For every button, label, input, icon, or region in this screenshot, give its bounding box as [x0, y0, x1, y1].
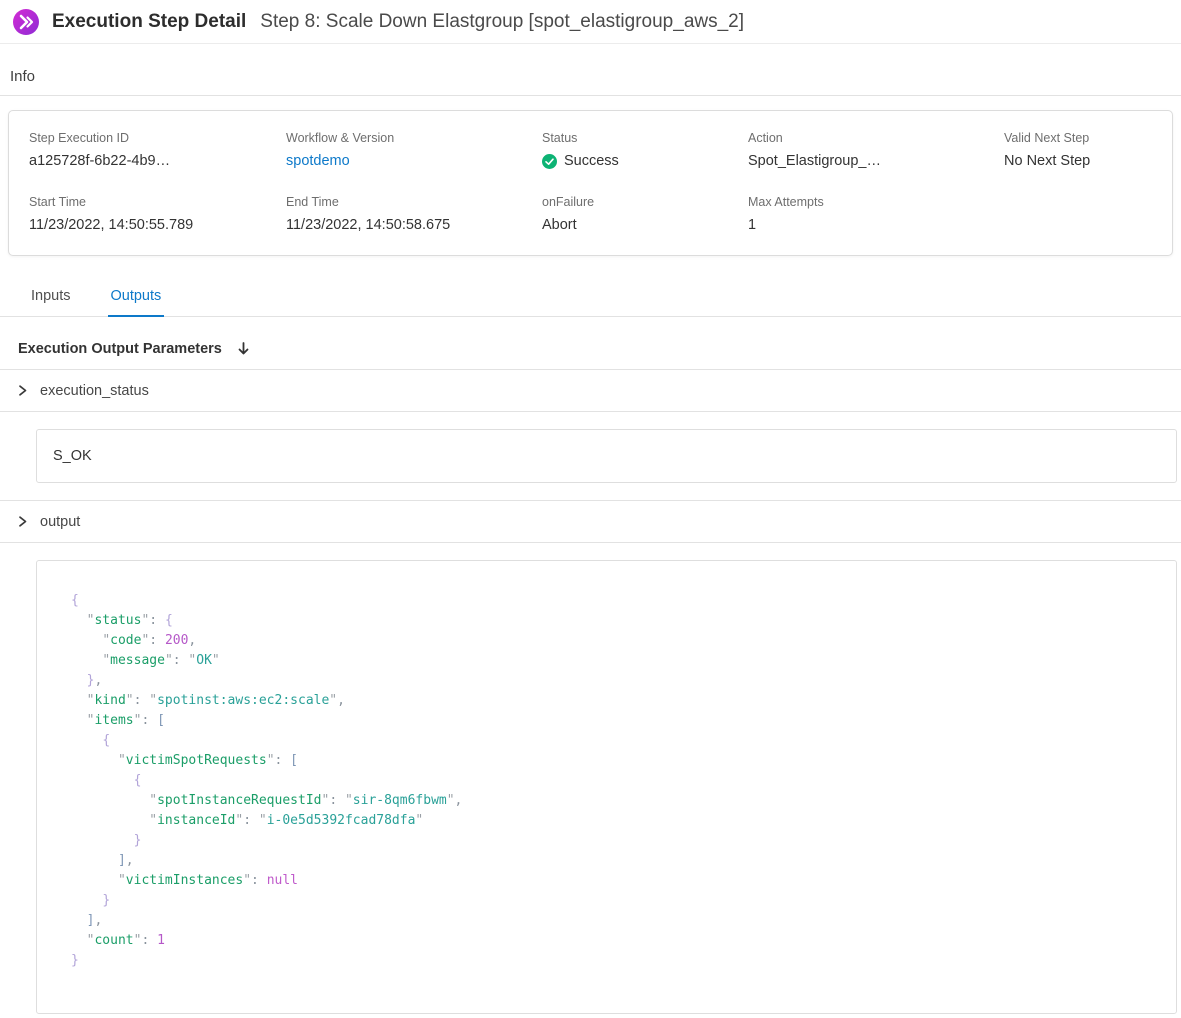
chevron-right-icon[interactable]	[16, 515, 29, 528]
field-value: a125728f-6b22-4b9…	[29, 153, 286, 169]
app-header: Execution Step Detail Step 8: Scale Down…	[0, 0, 1181, 44]
output-params-header: Execution Output Parameters	[0, 317, 1181, 370]
field-value: 11/23/2022, 14:50:55.789	[29, 217, 286, 233]
field-label: Step Execution ID	[29, 131, 286, 145]
field-empty	[1004, 195, 1152, 233]
status-badge: Success	[542, 153, 748, 169]
field-start-time: Start Time 11/23/2022, 14:50:55.789	[29, 195, 286, 233]
field-value: 1	[748, 217, 1004, 233]
workflow-link[interactable]: spotdemo	[286, 153, 542, 169]
field-label: Workflow & Version	[286, 131, 542, 145]
param-row-output[interactable]: output	[0, 501, 1181, 543]
field-label: Start Time	[29, 195, 286, 209]
expand-all-arrow-icon[interactable]	[236, 341, 251, 357]
param-name: execution_status	[40, 383, 149, 399]
info-card: Step Execution ID a125728f-6b22-4b9… Wor…	[8, 110, 1173, 256]
field-value: Spot_Elastigroup_…	[748, 153, 1004, 169]
field-label: onFailure	[542, 195, 748, 209]
field-label: Valid Next Step	[1004, 131, 1152, 145]
success-check-icon	[542, 154, 557, 169]
divider	[0, 95, 1181, 96]
field-label: Action	[748, 131, 1004, 145]
field-valid-next-step: Valid Next Step No Next Step	[1004, 131, 1152, 169]
tab-inputs[interactable]: Inputs	[28, 280, 74, 317]
field-value: Abort	[542, 217, 748, 233]
param-name: output	[40, 514, 80, 530]
field-step-execution-id: Step Execution ID a125728f-6b22-4b9…	[29, 131, 286, 169]
info-section-label: Info	[0, 44, 1181, 95]
chevron-right-icon[interactable]	[16, 384, 29, 397]
field-status: Status Success	[542, 131, 748, 169]
field-value: 11/23/2022, 14:50:58.675	[286, 217, 542, 233]
field-label: End Time	[286, 195, 542, 209]
field-label: Max Attempts	[748, 195, 1004, 209]
status-text: Success	[564, 153, 619, 169]
page-title: Execution Step Detail	[52, 11, 246, 33]
page-subtitle: Step 8: Scale Down Elastgroup [spot_elas…	[260, 11, 744, 33]
app-logo-icon[interactable]	[12, 8, 40, 36]
execution-status-value-box[interactable]: S_OK	[36, 429, 1177, 483]
field-on-failure: onFailure Abort	[542, 195, 748, 233]
output-params-title: Execution Output Parameters	[18, 341, 222, 357]
json-code: { "status": { "code": 200, "message": "O…	[71, 591, 1156, 971]
field-action: Action Spot_Elastigroup_…	[748, 131, 1004, 169]
field-end-time: End Time 11/23/2022, 14:50:58.675	[286, 195, 542, 233]
field-label: Status	[542, 131, 748, 145]
field-max-attempts: Max Attempts 1	[748, 195, 1004, 233]
field-value: No Next Step	[1004, 153, 1152, 169]
param-row-execution-status[interactable]: execution_status	[0, 370, 1181, 412]
tab-outputs[interactable]: Outputs	[108, 280, 165, 317]
output-json-box[interactable]: { "status": { "code": 200, "message": "O…	[36, 560, 1177, 1014]
field-workflow-version: Workflow & Version spotdemo	[286, 131, 542, 169]
tab-bar: Inputs Outputs	[0, 256, 1181, 317]
